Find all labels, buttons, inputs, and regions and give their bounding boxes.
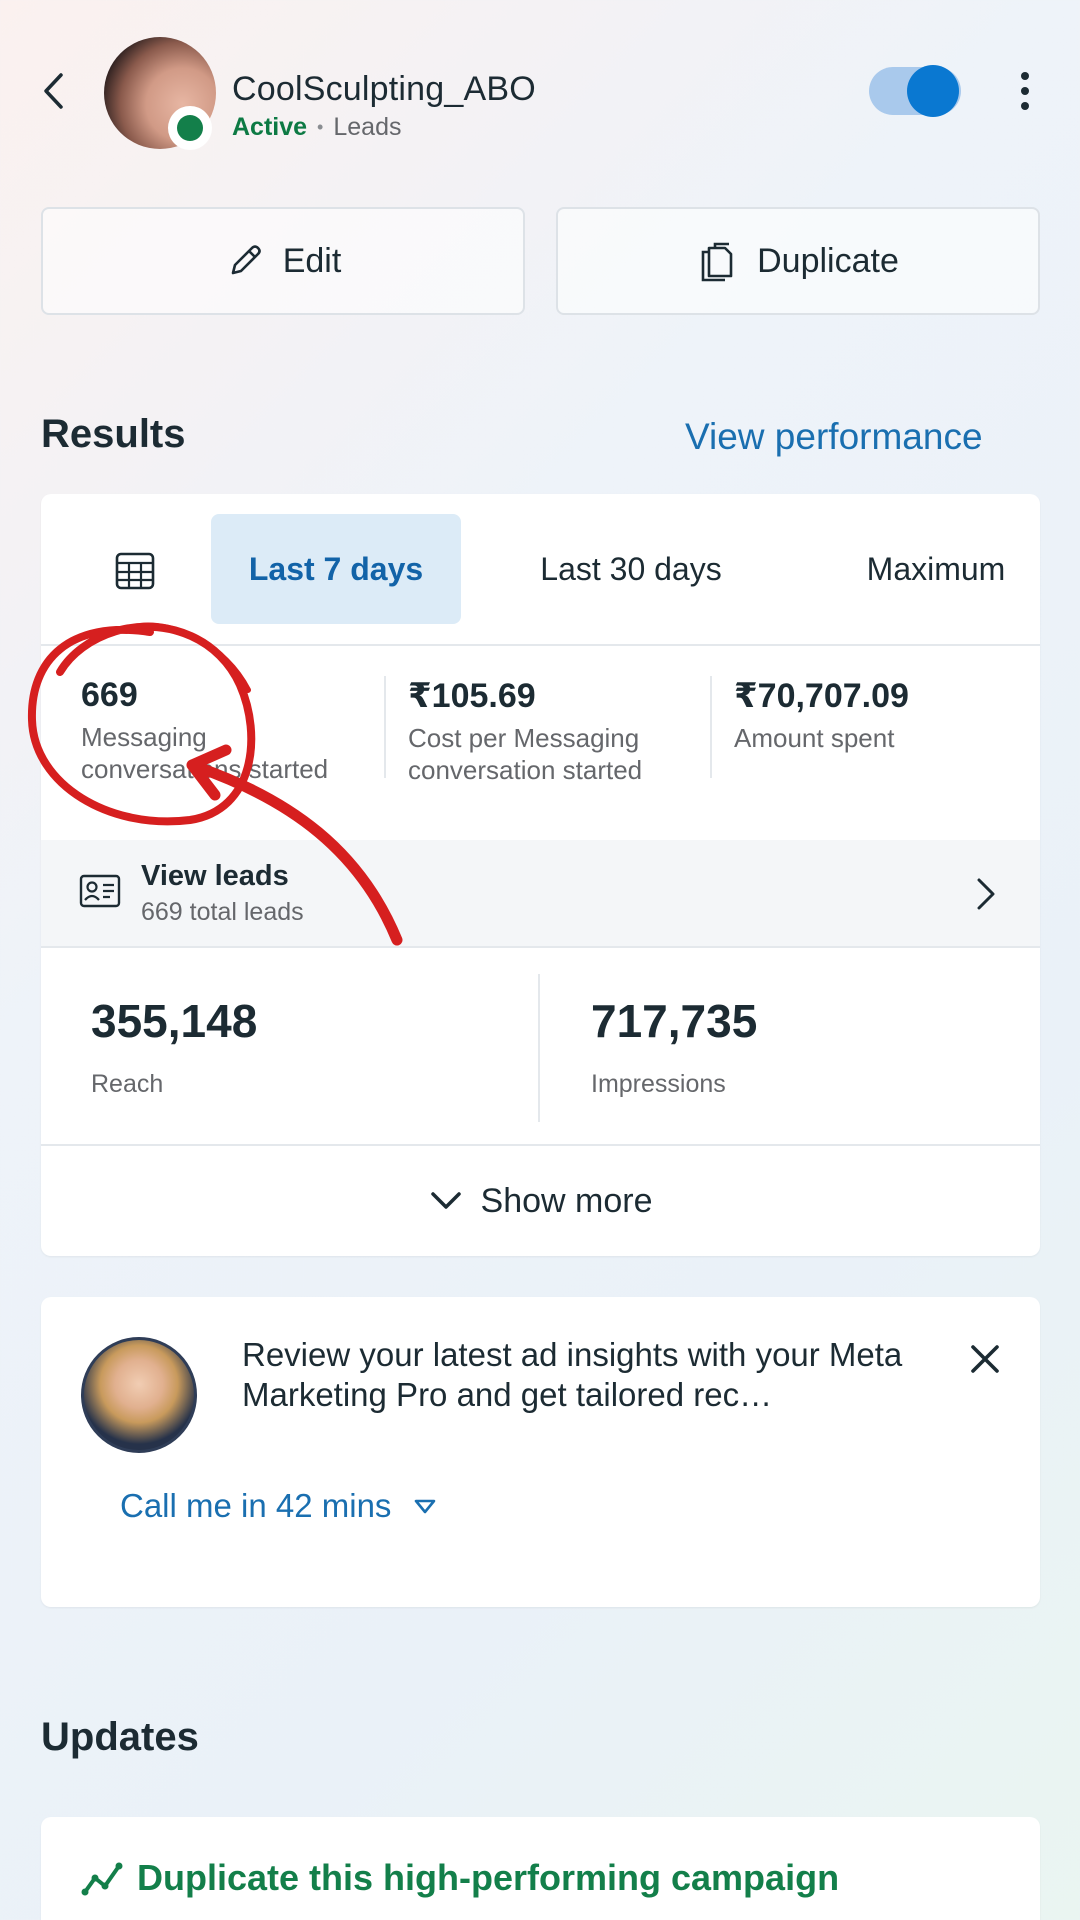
trend-icon <box>81 1862 123 1896</box>
call-me-label: Call me in 42 mins <box>120 1487 392 1524</box>
view-performance-link[interactable]: View performance <box>685 416 983 458</box>
divider <box>538 974 540 1122</box>
divider <box>384 676 386 778</box>
metric-value: 669 <box>81 676 138 714</box>
edit-button[interactable]: Edit <box>41 207 525 315</box>
edit-label: Edit <box>282 241 342 280</box>
metric-value: ₹105.69 <box>408 677 536 715</box>
dropdown-triangle-icon <box>415 1499 436 1514</box>
impressions-value: 717,735 <box>591 995 758 1047</box>
tab-maximum[interactable]: Maximum <box>841 514 1031 624</box>
show-more-button[interactable]: Show more <box>41 1144 1040 1256</box>
status-text: Active <box>232 113 308 141</box>
results-heading: Results <box>41 412 186 456</box>
metric-messaging-conversations: 669 Messaging conversations started <box>81 676 371 785</box>
marketing-pro-card: Review your latest ad insights with your… <box>41 1297 1040 1607</box>
campaign-toggle[interactable] <box>869 65 961 117</box>
total-leads-text: 669 total leads <box>141 898 304 926</box>
results-card: Last 7 days Last 30 days Maximum 669 Mes… <box>41 494 1040 1256</box>
more-vertical-icon <box>1021 72 1029 80</box>
updates-heading: Updates <box>41 1715 199 1759</box>
more-options-button[interactable] <box>1010 66 1040 116</box>
marketing-pro-message: Review your latest ad insights with your… <box>242 1336 903 1413</box>
view-leads-row[interactable]: View leads 669 total leads <box>41 840 1040 948</box>
reach-label: Reach <box>91 1070 164 1098</box>
chevron-down-icon <box>430 1192 461 1209</box>
metric-label: Cost per Messaging conversation started <box>408 723 643 785</box>
tab-last-7-days[interactable]: Last 7 days <box>211 514 461 624</box>
duplicate-suggestion[interactable]: Duplicate this high-performing campaign <box>81 1857 839 1899</box>
duplicate-button[interactable]: Duplicate <box>556 207 1040 315</box>
tab-last-30-days[interactable]: Last 30 days <box>511 514 751 624</box>
divider <box>710 676 712 778</box>
metric-label: Messaging conversations started <box>81 722 329 784</box>
chevron-right-icon <box>971 874 1001 914</box>
call-me-dropdown[interactable]: Call me in 42 mins <box>120 1487 437 1525</box>
campaign-subline: Active • Leads <box>232 113 401 142</box>
metric-value: ₹70,707.09 <box>734 677 909 715</box>
duplicate-label: Duplicate <box>757 241 899 280</box>
metric-amount-spent: ₹70,707.09 Amount spent <box>734 676 1034 754</box>
duplicate-icon <box>701 242 733 282</box>
chevron-left-icon <box>44 73 63 109</box>
updates-card[interactable]: Duplicate this high-performing campaign <box>41 1817 1040 1920</box>
status-indicator <box>168 106 212 150</box>
contact-card-icon <box>79 874 121 908</box>
impressions-metric: 717,735 Impressions <box>591 994 757 1099</box>
close-icon[interactable] <box>965 1339 1005 1379</box>
metric-label: Amount spent <box>734 723 895 753</box>
reach-metric: 355,148 Reach <box>91 994 257 1099</box>
campaign-name: CoolSculpting_ABO <box>232 70 536 108</box>
metric-cost-per-conversation: ₹105.69 Cost per Messaging conversation … <box>408 676 688 786</box>
show-more-label: Show more <box>480 1181 653 1220</box>
back-button[interactable] <box>36 66 70 116</box>
marketing-pro-avatar <box>81 1337 197 1453</box>
impressions-label: Impressions <box>591 1070 726 1098</box>
objective-text: Leads <box>333 113 402 141</box>
duplicate-suggestion-label: Duplicate this high-performing campaign <box>137 1857 840 1898</box>
calendar-icon[interactable] <box>113 548 157 592</box>
separator: • <box>317 117 324 137</box>
pencil-icon <box>231 245 261 275</box>
reach-value: 355,148 <box>91 995 258 1047</box>
view-leads-title: View leads <box>141 860 289 892</box>
date-range-tabs: Last 7 days Last 30 days Maximum <box>41 494 1040 646</box>
